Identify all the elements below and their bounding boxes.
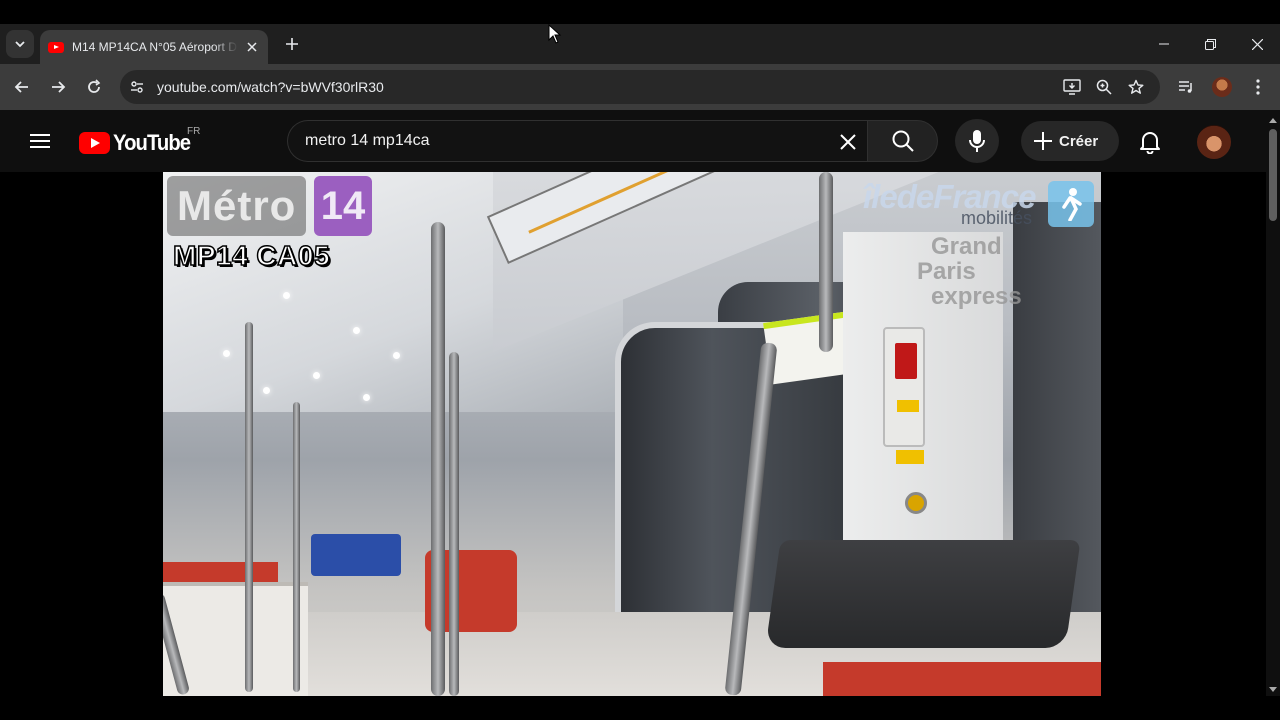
youtube-header: YouTube FR Créer [0, 110, 1266, 172]
star-icon [1128, 79, 1144, 94]
site-info-button[interactable] [122, 72, 152, 102]
tab-title: M14 MP14CA N°05 Aéroport D [72, 40, 237, 54]
reload-button[interactable] [80, 73, 108, 101]
account-avatar[interactable] [1197, 125, 1231, 159]
plus-icon [286, 38, 298, 50]
notifications-button[interactable] [1131, 123, 1169, 161]
bookmark-button[interactable] [1124, 75, 1148, 99]
idf-mobilites-logo: îledeFrance mobilités [863, 178, 1095, 230]
restore-button[interactable] [1187, 24, 1233, 64]
search-icon [892, 130, 914, 152]
gpe-logo-line: Paris [917, 258, 976, 285]
video-overlay-metro-text: Métro [177, 182, 297, 229]
video-overlay-train-code: MP14 CA05 [172, 239, 331, 272]
plus-icon [1034, 132, 1052, 150]
gpe-logo-line: Grand [931, 233, 1002, 260]
guide-menu-button[interactable] [22, 123, 58, 159]
reload-icon [88, 79, 101, 93]
video-scene-folding-seat [765, 540, 1081, 648]
close-icon [840, 134, 856, 150]
idf-logo-subtext: mobilités [961, 208, 1033, 228]
region-code: FR [187, 126, 201, 137]
close-icon [247, 42, 257, 52]
minimize-icon [1159, 43, 1169, 45]
video-overlay-line-badge: 14 [314, 176, 372, 236]
tune-icon [131, 81, 143, 93]
install-app-button[interactable] [1060, 75, 1084, 99]
video-overlay-metro-label: Métro [167, 176, 307, 236]
forward-button[interactable] [44, 73, 72, 101]
create-label: Créer [1059, 132, 1099, 150]
arrow-right-icon [52, 81, 66, 93]
profile-avatar [1212, 77, 1232, 97]
video-scene-sticker [897, 400, 919, 412]
video-scene-sticker [896, 450, 924, 464]
youtube-favicon-icon [48, 41, 64, 53]
video-scene-seat-red [823, 662, 1101, 696]
video-scene-pole [819, 172, 833, 352]
search-box [287, 120, 867, 162]
install-icon [1063, 79, 1081, 95]
youtube-logo-text: YouTube [113, 130, 191, 155]
create-button[interactable]: Créer [1021, 121, 1119, 161]
minimize-button[interactable] [1141, 24, 1187, 64]
video-scene-pole [431, 222, 445, 696]
url-text[interactable]: youtube.com/watch?v=bWVf30rlR30 [157, 79, 384, 95]
video-scene-pole [449, 352, 459, 696]
gpe-logo-line: express [931, 283, 1022, 310]
queue-music-icon [1179, 81, 1192, 93]
clear-search-button[interactable] [831, 125, 865, 159]
search-input[interactable] [305, 132, 825, 150]
grand-paris-express-logo: Grand Paris express [917, 233, 1071, 334]
back-button[interactable] [8, 73, 36, 101]
mouse-cursor-icon [548, 24, 562, 44]
close-window-button[interactable] [1234, 24, 1280, 64]
scroll-up-arrow-icon[interactable] [1269, 118, 1277, 123]
address-bar[interactable]: youtube.com/watch?v=bWVf30rlR30 [120, 70, 1160, 104]
browser-titlebar: M14 MP14CA N°05 Aéroport D [0, 24, 1280, 64]
microphone-icon [969, 130, 985, 152]
browser-tab-active[interactable]: M14 MP14CA N°05 Aéroport D [40, 30, 268, 64]
scroll-down-arrow-icon[interactable] [1269, 687, 1277, 692]
video-scene-seat-blue [311, 534, 401, 576]
close-icon [1251, 38, 1263, 50]
search-button[interactable] [867, 120, 938, 162]
person-walking-icon [1048, 181, 1094, 227]
video-scene-alarm-panel [883, 327, 925, 447]
browser-toolbar: youtube.com/watch?v=bWVf30rlR30 [0, 64, 1280, 110]
browser-menu-button[interactable] [1244, 73, 1272, 101]
tab-close-button[interactable] [244, 39, 260, 55]
bottom-strip [0, 696, 1280, 720]
video-player[interactable]: Métro 14 MP14 CA05 îledeFrance mobilités… [163, 172, 1101, 696]
bell-icon [1140, 132, 1160, 154]
youtube-logo[interactable]: YouTube [79, 130, 197, 156]
media-controls-button[interactable] [1172, 73, 1200, 101]
video-scene-door-button [905, 492, 927, 514]
page-scrollbar[interactable] [1266, 110, 1280, 696]
video-scene-pole [245, 322, 253, 692]
youtube-play-icon [79, 132, 110, 154]
profile-button[interactable] [1208, 73, 1236, 101]
more-vert-icon [1256, 79, 1260, 95]
video-player-area: Métro 14 MP14 CA05 îledeFrance mobilités… [0, 172, 1266, 696]
chevron-down-icon [15, 41, 25, 48]
zoom-icon [1096, 79, 1112, 95]
zoom-button[interactable] [1092, 75, 1116, 99]
video-overlay-line-number: 14 [320, 183, 366, 228]
new-tab-button[interactable] [280, 32, 304, 56]
scrollbar-thumb[interactable] [1269, 129, 1277, 221]
video-scene-pole [293, 402, 300, 692]
restore-icon [1204, 38, 1216, 50]
menu-icon [30, 134, 50, 148]
arrow-left-icon [14, 81, 28, 93]
video-scene-notice [763, 311, 855, 385]
voice-search-button[interactable] [955, 119, 999, 163]
tab-search-button[interactable] [6, 30, 34, 58]
